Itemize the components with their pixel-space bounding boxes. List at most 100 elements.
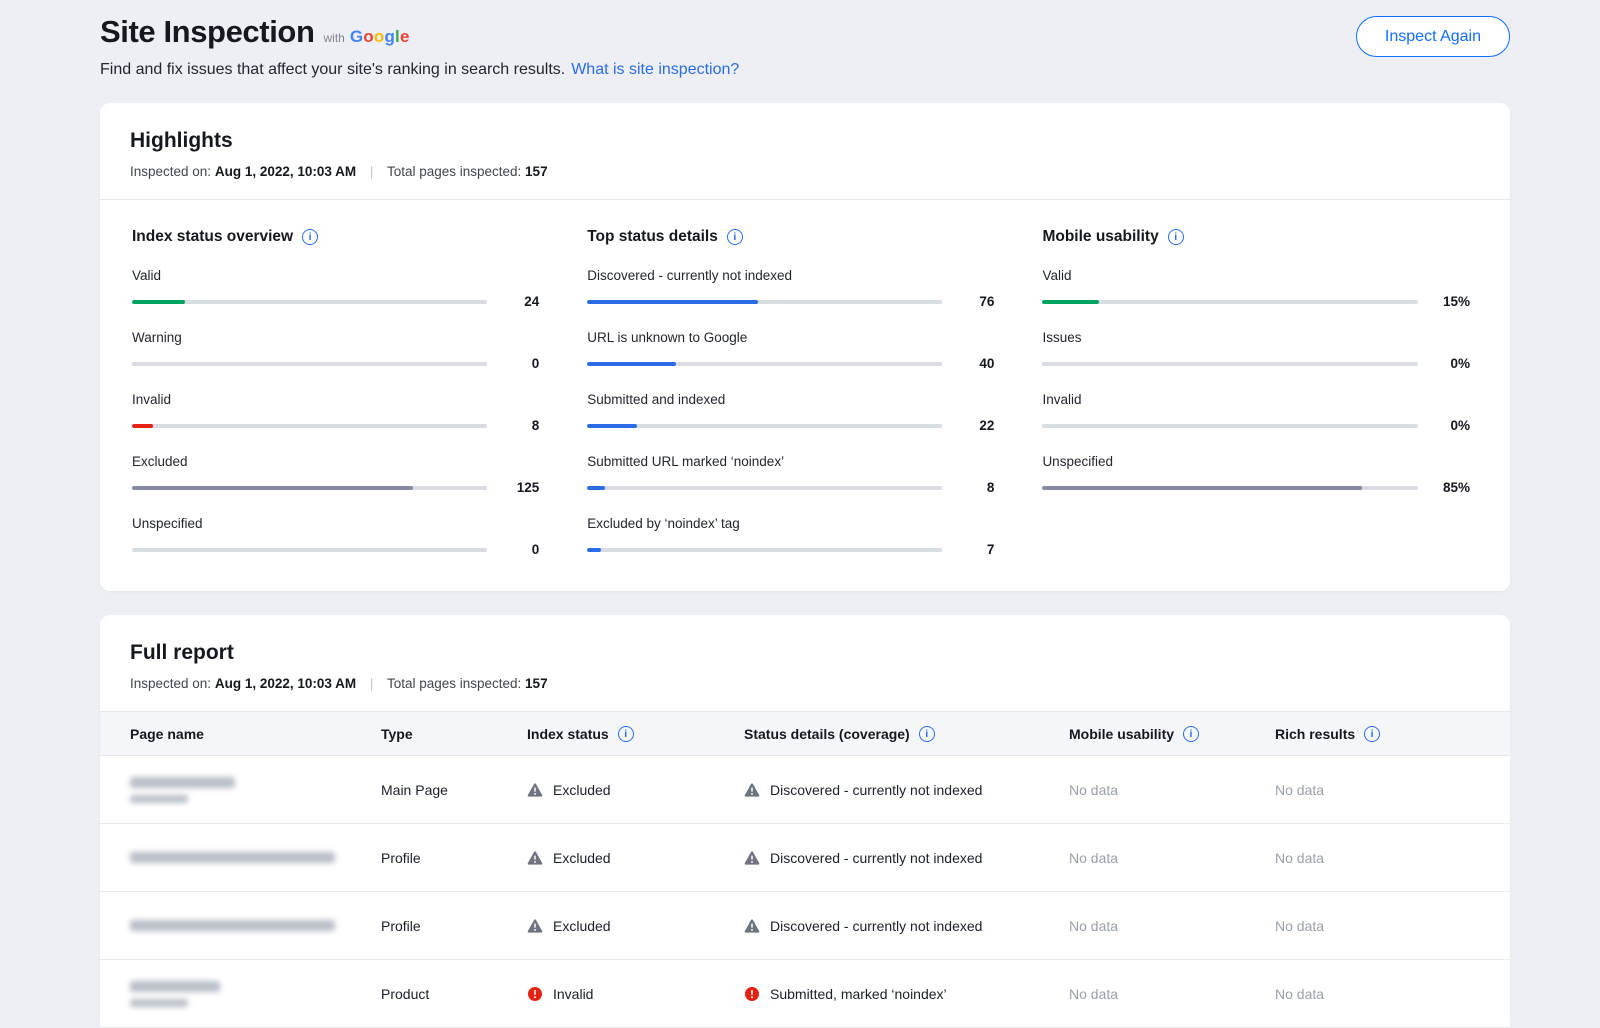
inspected-on-label: Inspected on: bbox=[130, 676, 211, 691]
info-icon[interactable] bbox=[919, 726, 935, 742]
table-row[interactable]: Profile Excluded Discovered - currently … bbox=[100, 892, 1510, 960]
metric-value: 0 bbox=[487, 356, 539, 371]
info-icon[interactable] bbox=[618, 726, 634, 742]
mobile-usability-cell: No data bbox=[1069, 850, 1275, 866]
google-logo: Google bbox=[350, 27, 410, 47]
metric-label: Unspecified bbox=[1042, 454, 1470, 469]
progress-fill bbox=[132, 300, 185, 304]
status-details-cell: Discovered - currently not indexed bbox=[744, 918, 1069, 934]
rich-results-cell: No data bbox=[1275, 850, 1510, 866]
status-text: Excluded bbox=[553, 918, 611, 934]
rich-results-cell: No data bbox=[1275, 986, 1510, 1002]
index-status-cell: Invalid bbox=[527, 986, 744, 1002]
progress-track bbox=[1042, 362, 1418, 366]
metric-label: Discovered - currently not indexed bbox=[587, 268, 994, 283]
progress-track bbox=[132, 362, 487, 366]
total-pages-value: 157 bbox=[525, 164, 548, 179]
info-icon[interactable] bbox=[302, 229, 318, 245]
progress-track bbox=[587, 548, 942, 552]
metric-value: 15% bbox=[1418, 294, 1470, 309]
progress-fill bbox=[587, 548, 601, 552]
metric-label: Submitted URL marked ‘noindex’ bbox=[587, 454, 994, 469]
warning-icon bbox=[527, 782, 543, 798]
metric-unspecified: Unspecified 85% bbox=[1042, 454, 1470, 495]
progress-fill bbox=[587, 300, 758, 304]
metric-value: 22 bbox=[942, 418, 994, 433]
status-details-cell: Discovered - currently not indexed bbox=[744, 782, 1069, 798]
google-letter: o bbox=[374, 27, 385, 46]
metric-label: Invalid bbox=[1042, 392, 1470, 407]
metric-value: 0% bbox=[1418, 356, 1470, 371]
progress-track bbox=[1042, 300, 1418, 304]
status-details-cell: Submitted, marked ‘noindex’ bbox=[744, 986, 1069, 1002]
metric-label: Excluded by ‘noindex’ tag bbox=[587, 516, 994, 531]
mobile-usability-cell: No data bbox=[1069, 918, 1275, 934]
info-icon[interactable] bbox=[1168, 229, 1184, 245]
info-icon[interactable] bbox=[727, 229, 743, 245]
metric-value: 76 bbox=[942, 294, 994, 309]
type-cell: Main Page bbox=[381, 782, 527, 798]
with-label: with bbox=[323, 31, 344, 45]
highlights-card: Highlights Inspected on: Aug 1, 2022, 10… bbox=[100, 103, 1510, 591]
info-icon[interactable] bbox=[1364, 726, 1380, 742]
page-content: Site Inspection with Google Find and fix… bbox=[100, 0, 1510, 1028]
type-cell: Profile bbox=[381, 850, 527, 866]
index-status-overview-column: Index status overview Valid 24 Warning 0 bbox=[132, 228, 539, 561]
full-report-meta: Inspected on: Aug 1, 2022, 10:03 AM | To… bbox=[130, 676, 1480, 691]
status-details-cell: Discovered - currently not indexed bbox=[744, 850, 1069, 866]
table-header-type: Type bbox=[381, 726, 527, 742]
metric-submitted-noindex: Submitted URL marked ‘noindex’ 8 bbox=[587, 454, 994, 495]
header-left: Site Inspection with Google Find and fix… bbox=[100, 14, 739, 79]
metric-label: Valid bbox=[1042, 268, 1470, 283]
metric-label: Submitted and indexed bbox=[587, 392, 994, 407]
status-text: Invalid bbox=[553, 986, 593, 1002]
error-icon bbox=[527, 986, 543, 1002]
metric-excluded-noindex: Excluded by ‘noindex’ tag 7 bbox=[587, 516, 994, 557]
progress-track bbox=[132, 424, 487, 428]
blurred-text-line bbox=[130, 795, 188, 803]
total-pages-value: 157 bbox=[525, 676, 548, 691]
table-row[interactable]: Profile Excluded Discovered - currently … bbox=[100, 824, 1510, 892]
progress-fill bbox=[132, 486, 413, 490]
progress-fill bbox=[587, 424, 637, 428]
page-subtitle: Find and fix issues that affect your sit… bbox=[100, 61, 739, 79]
warning-icon bbox=[744, 782, 760, 798]
metric-unspecified: Unspecified 0 bbox=[132, 516, 539, 557]
metric-label: Valid bbox=[132, 268, 539, 283]
google-letter: o bbox=[363, 27, 374, 46]
metric-invalid: Invalid 8 bbox=[132, 392, 539, 433]
column-title: Index status overview bbox=[132, 228, 293, 246]
blurred-text-line bbox=[130, 999, 188, 1007]
metric-label: URL is unknown to Google bbox=[587, 330, 994, 345]
status-text: Discovered - currently not indexed bbox=[770, 850, 982, 866]
warning-icon bbox=[744, 850, 760, 866]
progress-fill bbox=[1042, 486, 1361, 490]
metric-label: Invalid bbox=[132, 392, 539, 407]
inspect-again-button[interactable]: Inspect Again bbox=[1356, 16, 1510, 57]
progress-fill bbox=[587, 362, 676, 366]
highlights-columns: Index status overview Valid 24 Warning 0 bbox=[100, 200, 1510, 591]
error-icon bbox=[744, 986, 760, 1002]
blurred-page-name bbox=[130, 920, 381, 931]
progress-track bbox=[587, 486, 942, 490]
highlights-title: Highlights bbox=[130, 129, 1480, 153]
total-pages-label: Total pages inspected: bbox=[387, 164, 521, 179]
what-is-site-inspection-link[interactable]: What is site inspection? bbox=[571, 61, 739, 78]
metric-value: 8 bbox=[487, 418, 539, 433]
blurred-page-name bbox=[130, 777, 381, 803]
blurred-text-line bbox=[130, 981, 220, 992]
index-status-cell: Excluded bbox=[527, 850, 744, 866]
total-pages-label: Total pages inspected: bbox=[387, 676, 521, 691]
type-cell: Product bbox=[381, 986, 527, 1002]
table-row[interactable]: Main Page Excluded Discovered - currentl… bbox=[100, 756, 1510, 824]
progress-track bbox=[132, 548, 487, 552]
info-icon[interactable] bbox=[1183, 726, 1199, 742]
progress-track bbox=[1042, 424, 1418, 428]
blurred-page-name bbox=[130, 981, 381, 1007]
blurred-text-line bbox=[130, 920, 335, 931]
metric-issues: Issues 0% bbox=[1042, 330, 1470, 371]
metric-value: 7 bbox=[942, 542, 994, 557]
table-row[interactable]: Product Invalid Submitted, marked ‘noind… bbox=[100, 960, 1510, 1028]
metric-value: 40 bbox=[942, 356, 994, 371]
progress-track bbox=[132, 486, 487, 490]
